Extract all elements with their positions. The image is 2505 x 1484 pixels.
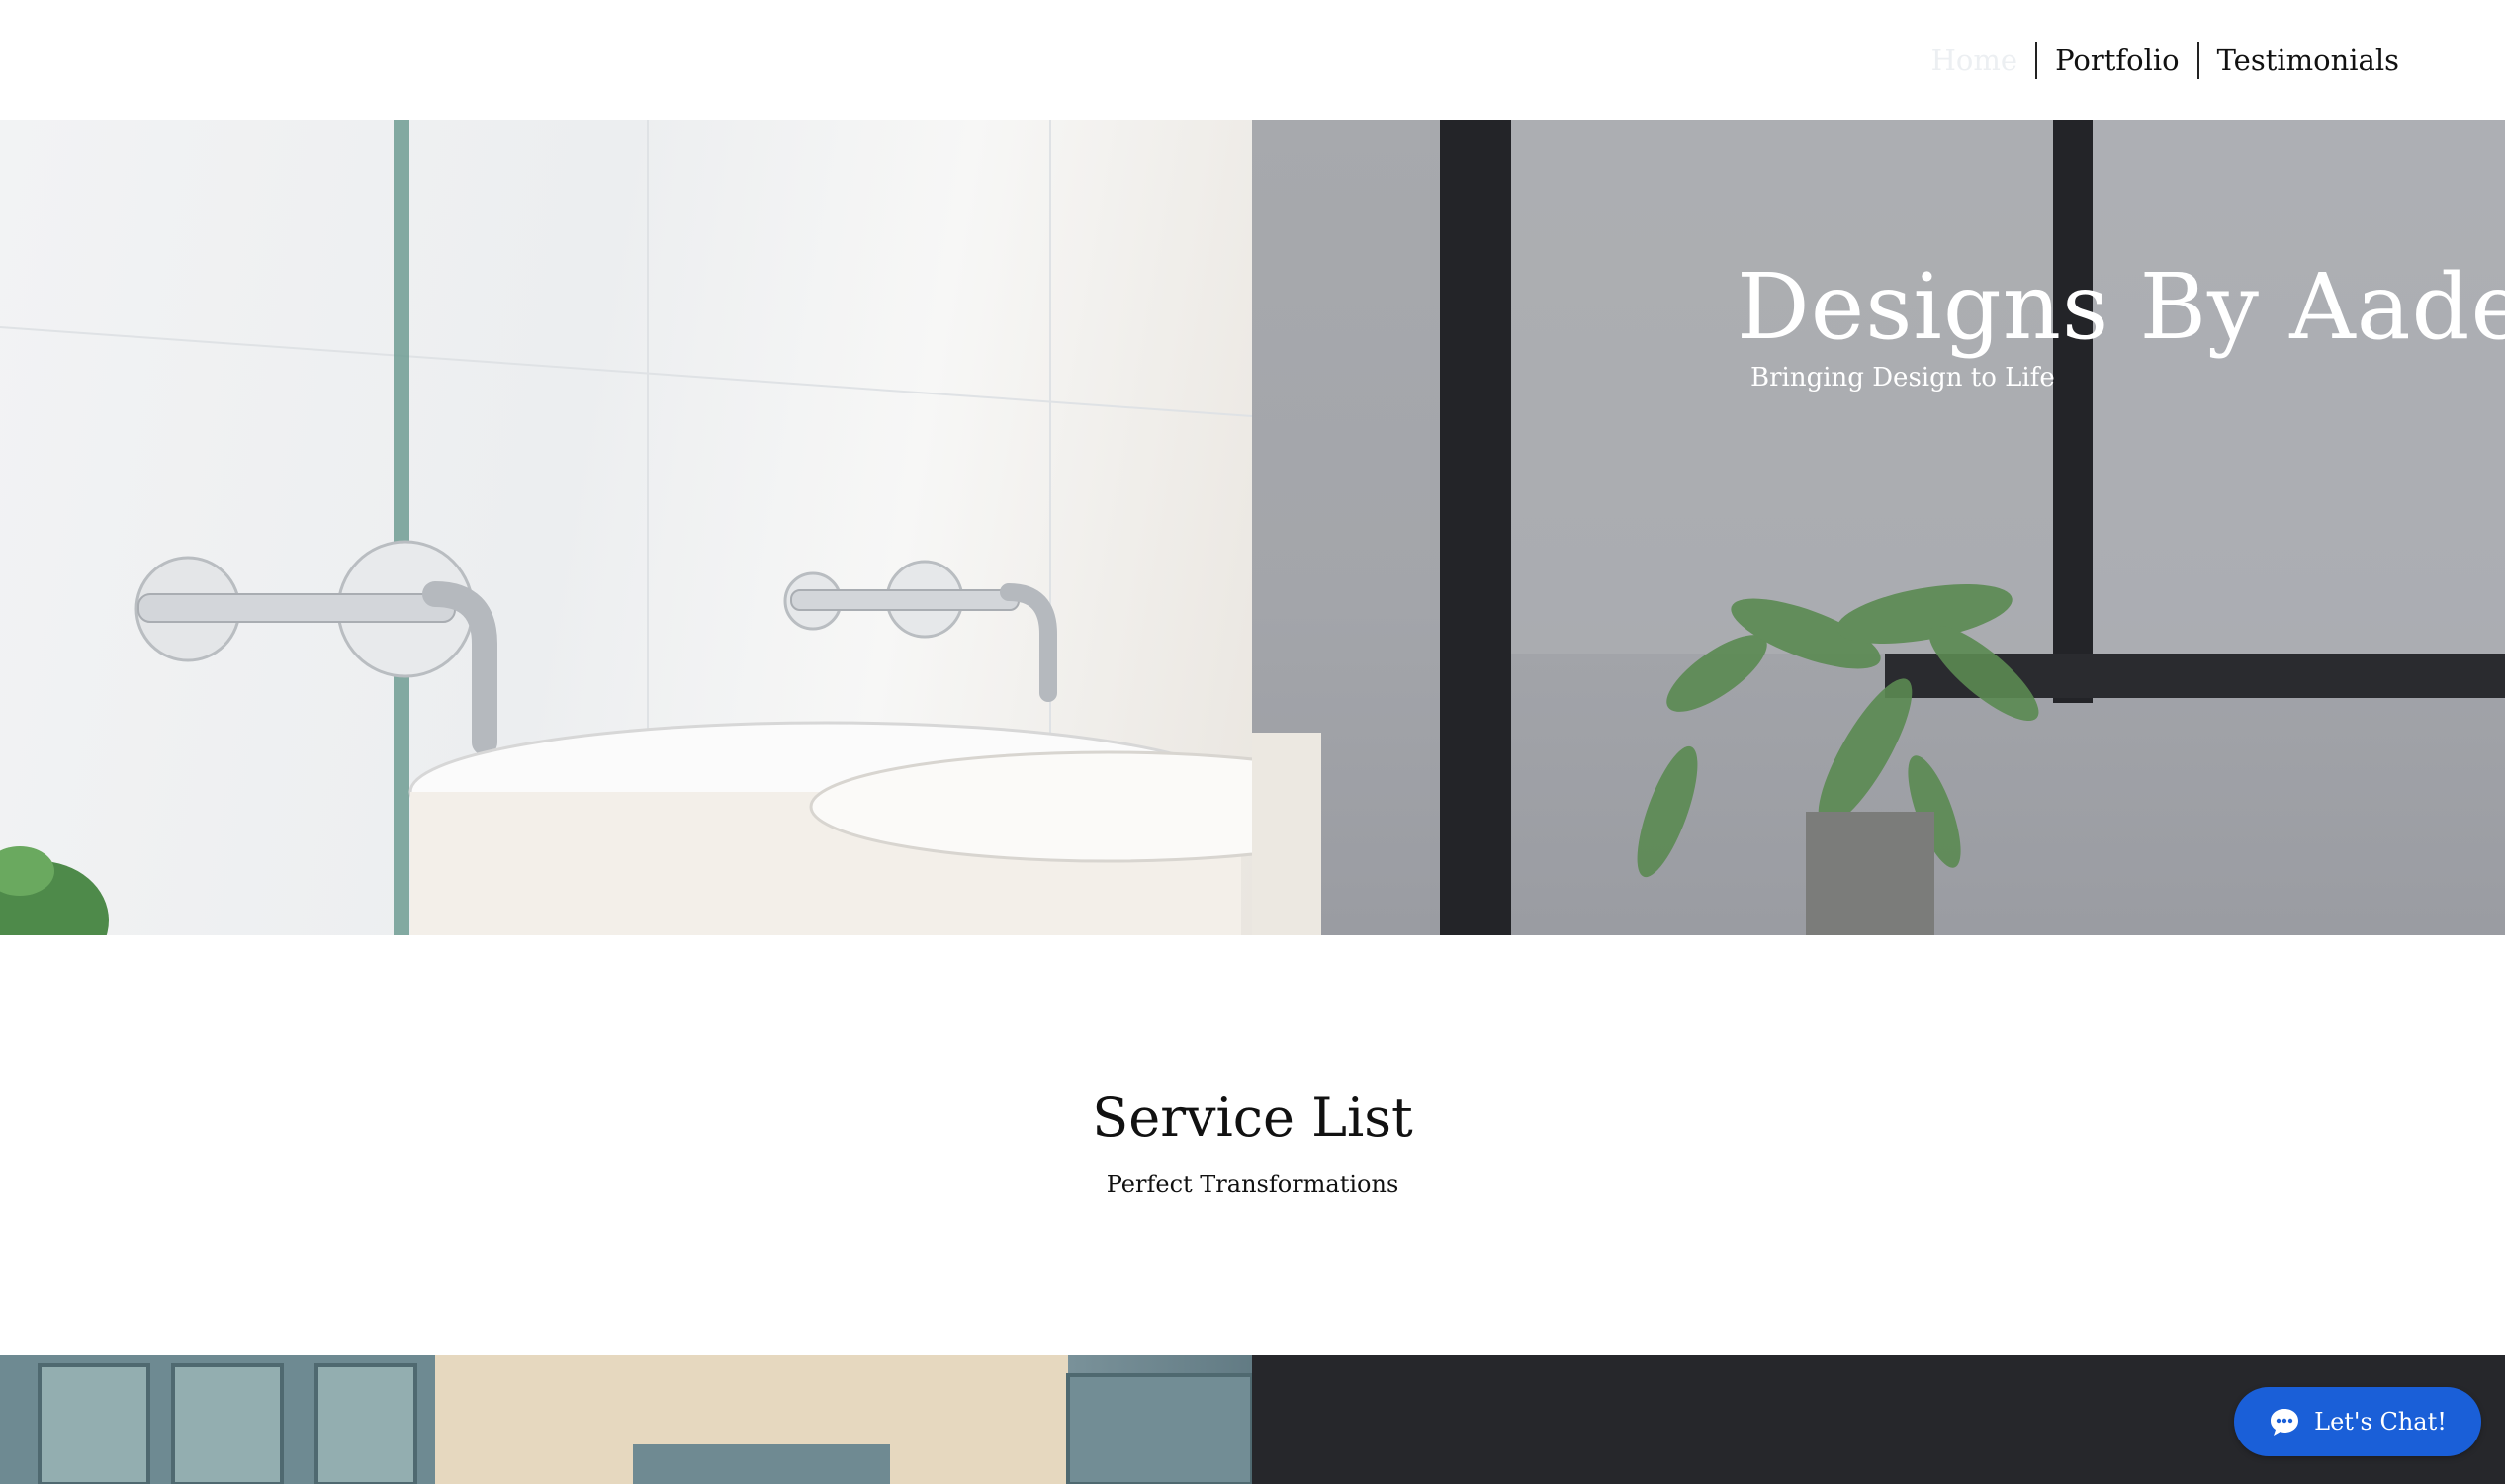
- chat-bubble-icon: [2269, 1407, 2300, 1437]
- main-nav: Home Portfolio Testimonials: [1914, 40, 2417, 81]
- site-tagline: Bringing Design to Life: [1750, 363, 2055, 393]
- chat-button-label: Let's Chat!: [2314, 1408, 2447, 1436]
- section-title: Service List: [1092, 1087, 1413, 1149]
- section-subtitle: Perfect Transformations: [1106, 1171, 1399, 1198]
- nav-item-testimonials[interactable]: Testimonials: [2199, 40, 2417, 81]
- nav-item-portfolio[interactable]: Portfolio: [2037, 40, 2197, 81]
- kitchen-cabinets-image: [0, 1355, 1252, 1484]
- site-header: Home Portfolio Testimonials: [0, 0, 2505, 120]
- hero-bathroom-sink-image: [0, 120, 1252, 935]
- hero-window-plant-image: [1252, 120, 2505, 935]
- service-list-section: Service List Perfect Transformations: [0, 935, 2505, 1355]
- hero-section: Designs By Aadee Bringing Design to Life: [0, 120, 2505, 935]
- nav-item-home[interactable]: Home: [1914, 40, 2035, 81]
- site-title: Designs By Aadee: [1737, 254, 2505, 360]
- service-preview-strip: [0, 1355, 2505, 1484]
- lets-chat-button[interactable]: Let's Chat!: [2234, 1387, 2481, 1456]
